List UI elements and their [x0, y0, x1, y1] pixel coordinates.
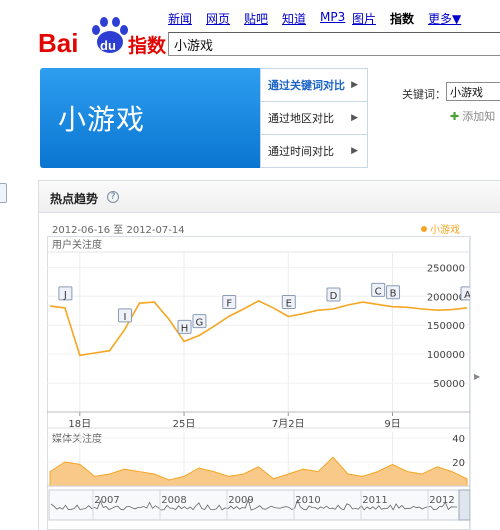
y-tick-label: 150000	[427, 321, 465, 332]
banner-title: 小游戏	[58, 103, 146, 136]
side-toggle-button[interactable]	[0, 183, 7, 203]
event-marker-label: D	[330, 291, 338, 302]
trend-title: 热点趋势	[50, 192, 99, 206]
overview-year-label: 2012	[429, 495, 454, 506]
date-range: 2012-06-16 至 2012-07-14	[52, 225, 185, 236]
overview-year-label: 2007	[94, 495, 119, 506]
tab-label: 通过时间对比	[268, 145, 334, 158]
y-tick-label: 200000	[427, 292, 465, 303]
logo-text-du: du	[100, 38, 116, 53]
nav-link[interactable]: MP3	[320, 10, 345, 24]
nav-link[interactable]: 新闻	[168, 10, 192, 27]
event-marker-label: A	[464, 290, 470, 301]
event-marker-label: H	[181, 323, 189, 334]
tab-region-compare[interactable]: 通过地区对比 ▶	[261, 102, 367, 135]
add-keyword-link[interactable]: ✚ 添加知	[450, 108, 495, 124]
overview-year-label: 2008	[161, 495, 186, 506]
event-marker-label: F	[226, 299, 232, 310]
chevron-right-icon: ▶	[351, 80, 358, 90]
tab-label: 通过地区对比	[268, 112, 334, 125]
nav-link[interactable]: 图片	[352, 10, 376, 27]
event-marker-label: C	[375, 286, 382, 297]
compare-tabs: 通过关键词对比 ▶ 通过地区对比 ▶ 通过时间对比 ▶	[260, 68, 368, 168]
expand-arrow-icon[interactable]: ▶	[474, 372, 480, 381]
keyword-label: 关键词：	[402, 88, 446, 101]
baidu-logo[interactable]: Bai du 指数	[38, 14, 166, 58]
logo-text-bai: Bai	[38, 28, 78, 58]
overview-year-label: 2009	[228, 495, 253, 506]
right-strip	[470, 236, 500, 530]
chart-label-user-attention: 用户关注度	[52, 238, 102, 251]
trend-chart: 用户关注度18日 25日 7月2日 9日25000020000015000010000…	[47, 238, 470, 521]
search-input[interactable]	[168, 32, 500, 56]
add-keyword-label: 添加知	[462, 110, 496, 123]
nav-link[interactable]: 知道	[282, 10, 306, 27]
plus-icon: ✚	[450, 110, 460, 123]
event-marker-label: B	[390, 289, 397, 300]
y-tick-label: 250000	[427, 263, 465, 274]
nav-link[interactable]: 贴吧	[244, 10, 268, 27]
tab-keyword-compare[interactable]: 通过关键词对比 ▶	[261, 69, 367, 102]
event-marker-label: G	[196, 318, 204, 329]
y-tick-label: 100000	[427, 350, 465, 361]
overview-year-label: 2011	[362, 495, 387, 506]
help-icon[interactable]: ?	[107, 191, 119, 203]
legend-dot-icon	[421, 226, 427, 232]
tab-label: 通过关键词对比	[268, 79, 345, 92]
logo-text-zhishu: 指数	[128, 34, 166, 57]
keyword-input[interactable]	[446, 82, 500, 101]
series-line-xiaoyouxi	[49, 300, 468, 357]
y-tick-label: 50000	[433, 379, 465, 390]
nav-link[interactable]: 指数	[390, 10, 414, 27]
event-marker-label: J	[63, 290, 67, 301]
nav-link[interactable]: 网页	[206, 10, 230, 27]
media-y-tick-label: 20	[452, 458, 465, 469]
event-marker-label: I	[123, 312, 126, 323]
nav-link[interactable]: 更多▼	[428, 10, 461, 27]
legend-label: 小游戏	[430, 225, 460, 236]
media-y-tick-label: 40	[452, 434, 465, 445]
chevron-right-icon: ▶	[351, 113, 358, 123]
chart-legend[interactable]: 小游戏	[421, 221, 460, 236]
overview-year-label: 2010	[295, 495, 320, 506]
event-marker-label: E	[286, 299, 292, 310]
tab-time-compare[interactable]: 通过时间对比 ▶	[261, 135, 367, 168]
chevron-right-icon: ▶	[351, 146, 358, 156]
overview-handle	[458, 489, 470, 521]
